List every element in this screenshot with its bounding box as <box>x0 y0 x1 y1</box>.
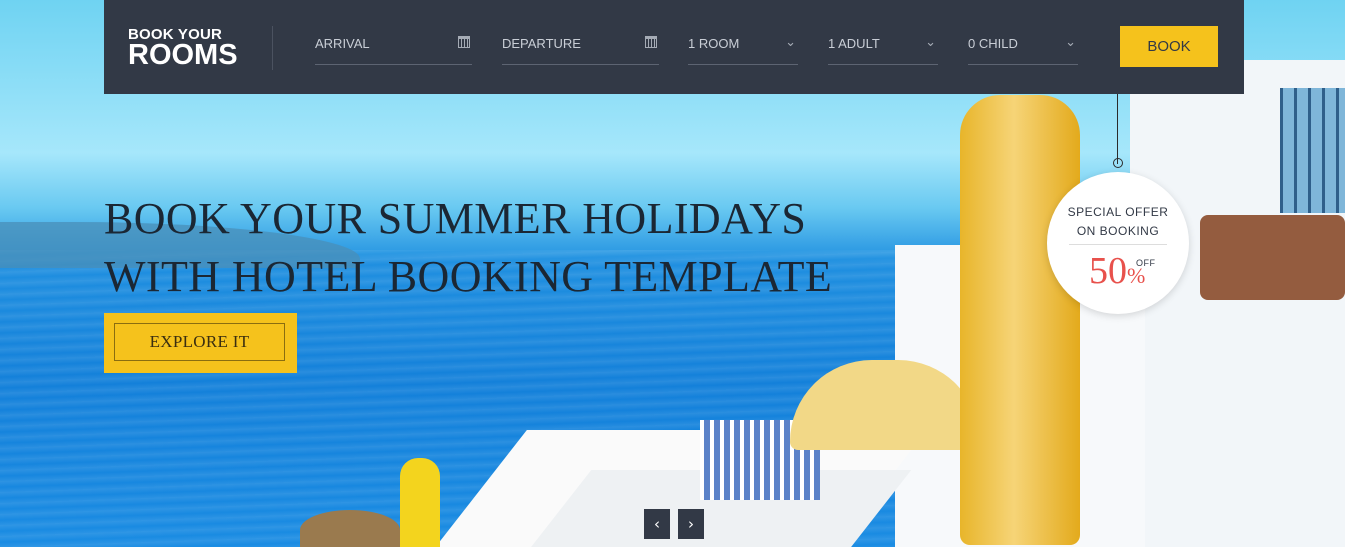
chevron-down-icon: ⌄ <box>785 34 796 49</box>
rooms-value: 1 ROOM <box>688 36 740 51</box>
slider-prev-button[interactable]: ‹ <box>644 509 670 539</box>
hanging-string <box>1117 94 1118 164</box>
offer-percent-value: 50 <box>1089 250 1127 292</box>
explore-button[interactable]: EXPLORE IT <box>114 323 285 361</box>
hanging-ring <box>1113 158 1123 168</box>
slider-next-button[interactable]: › <box>678 509 704 539</box>
special-offer-badge[interactable]: SPECIAL OFFER ON BOOKING 50% OFF <box>1047 172 1189 314</box>
rocks <box>300 510 400 547</box>
explore-button-frame: EXPLORE IT <box>104 313 297 373</box>
arrival-field[interactable]: ARRIVAL <box>315 32 472 65</box>
arrival-label: ARRIVAL <box>315 36 370 51</box>
closed-umbrella <box>960 95 1080 545</box>
calendar-icon <box>645 36 657 48</box>
chevron-down-icon: ⌄ <box>1065 34 1076 49</box>
booking-bar: BOOK YOUR ROOMS ARRIVAL DEPARTURE 1 ROOM… <box>104 0 1244 94</box>
adults-select[interactable]: 1 ADULT ⌄ <box>828 32 938 65</box>
offer-line1: SPECIAL OFFER <box>1067 205 1169 219</box>
logo[interactable]: BOOK YOUR ROOMS <box>128 27 238 70</box>
headline-line2: WITH HOTEL BOOKING TEMPLATE <box>104 252 833 301</box>
children-value: 0 CHILD <box>968 36 1018 51</box>
chevron-down-icon: ⌄ <box>925 34 936 49</box>
hero-headline: BOOK YOUR SUMMER HOLIDAYS WITH HOTEL BOO… <box>104 190 832 306</box>
window-grill <box>1280 88 1345 213</box>
offer-separator <box>1069 244 1167 245</box>
offer-line2: ON BOOKING <box>1076 224 1160 238</box>
logo-line2: ROOMS <box>128 39 238 71</box>
departure-field[interactable]: DEPARTURE <box>502 32 659 65</box>
departure-label: DEPARTURE <box>502 36 581 51</box>
yellow-pot <box>400 458 440 547</box>
calendar-icon <box>458 36 470 48</box>
wicker-chair <box>1200 215 1345 300</box>
logo-divider <box>272 26 273 70</box>
offer-off-label: OFF <box>1136 258 1156 268</box>
rooms-select[interactable]: 1 ROOM ⌄ <box>688 32 798 65</box>
adults-value: 1 ADULT <box>828 36 880 51</box>
children-select[interactable]: 0 CHILD ⌄ <box>968 32 1078 65</box>
headline-line1: BOOK YOUR SUMMER HOLIDAYS <box>104 194 807 243</box>
book-button[interactable]: BOOK <box>1120 26 1218 67</box>
